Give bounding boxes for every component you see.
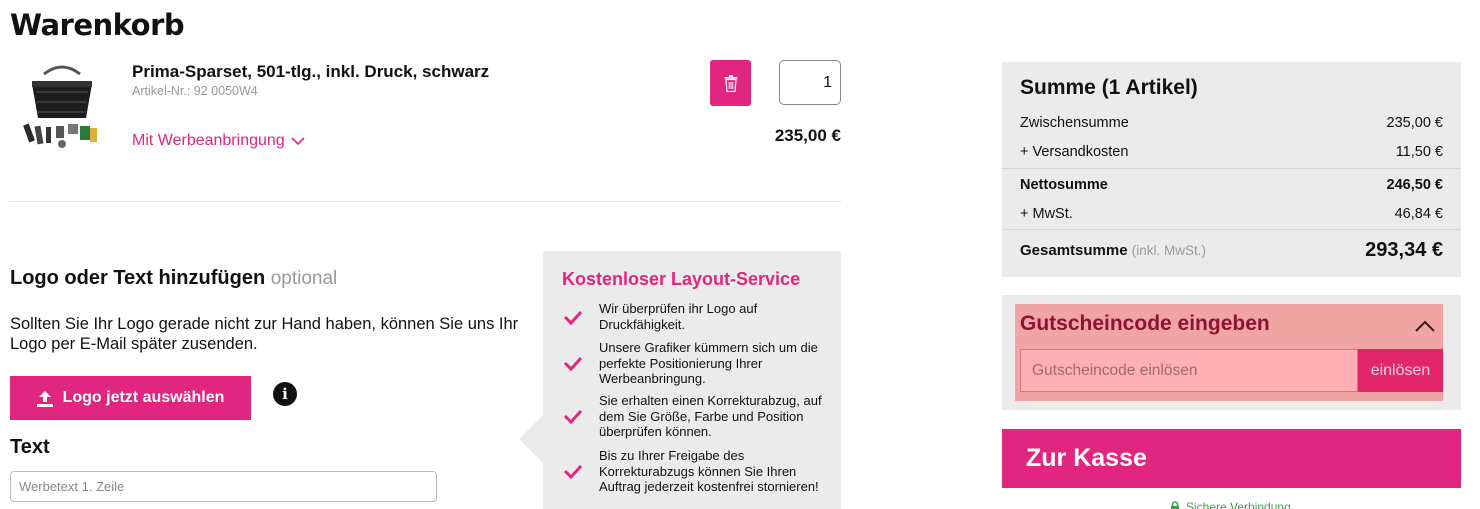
subtotal-value: 235,00 € [1386,115,1443,131]
total-label-group: Gesamtsumme (inkl. MwSt.) [1020,242,1206,259]
imprint-text-line-1-input[interactable] [10,471,437,502]
product-name[interactable]: Prima-Sparset, 501-tlg., inkl. Druck, sc… [132,62,489,82]
upload-icon [36,390,53,407]
service-item: Unsere Grafiker kümmern sich um die perf… [563,340,833,387]
trash-icon [724,74,737,92]
logo-heading-text: Logo oder Text hinzufügen [10,267,266,289]
shipping-label: + Versandkosten [1020,144,1129,160]
order-summary: Summe (1 Artikel) Zwischensumme 235,00 €… [1002,62,1461,277]
check-icon [563,310,583,325]
net-value: 246,50 € [1386,177,1443,193]
check-icon [563,465,583,480]
service-panel-pointer [519,415,543,463]
check-icon [563,410,583,425]
text-heading: Text [10,436,50,458]
voucher-code-input[interactable] [1020,349,1358,392]
service-item-text: Bis zu Ihrer Freigabe des Korrekturabzug… [599,448,819,494]
vat-value: 46,84 € [1394,206,1443,222]
service-item: Sie erhalten einen Korrekturabzug, auf d… [563,393,833,440]
total-label: Gesamtsumme [1020,242,1128,259]
subtotal-row: Zwischensumme 235,00 € [1020,115,1443,131]
vat-row: + MwSt. 46,84 € [1020,206,1443,222]
summary-title: Summe (1 Artikel) [1020,76,1198,99]
upload-logo-label: Logo jetzt auswählen [62,389,225,406]
voucher-panel: Gutscheincode eingeben einlösen [1002,295,1461,410]
secure-connection: Sichere Verbindung [1170,500,1291,509]
total-row: Gesamtsumme (inkl. MwSt.) 293,34 € [1020,239,1443,262]
service-item-text: Wir überprüfen ihr Logo auf Druckfähigke… [599,301,758,332]
check-icon [563,357,583,372]
delete-item-button[interactable] [710,60,751,106]
lock-icon [1171,501,1179,509]
service-item-text: Unsere Grafiker kümmern sich um die perf… [599,340,818,386]
upload-logo-button[interactable]: Logo jetzt auswählen [10,376,251,420]
voucher-form: Gutscheincode eingeben einlösen [1015,304,1443,401]
secure-connection-label: Sichere Verbindung [1186,500,1291,509]
service-item: Bis zu Ihrer Freigabe des Korrekturabzug… [563,448,833,495]
voucher-title[interactable]: Gutscheincode eingeben [1020,312,1270,336]
chevron-down-icon [291,137,305,146]
divider [10,201,841,202]
imprint-option-toggle[interactable]: Mit Werbeanbringung [132,132,305,150]
product-sku: Artikel-Nr.: 92 0050W4 [132,84,258,98]
logo-description: Sollten Sie Ihr Logo gerade nicht zur Ha… [10,315,519,353]
optional-label: optional [270,268,338,289]
summary-divider [1002,168,1461,169]
service-item-text: Sie erhalten einen Korrekturabzug, auf d… [599,393,822,439]
summary-divider [1002,229,1461,230]
layout-service-panel: Kostenloser Layout-Service Wir überprüfe… [543,251,841,509]
subtotal-label: Zwischensumme [1020,115,1129,131]
net-row: Nettosumme 246,50 € [1020,177,1443,193]
total-value: 293,34 € [1365,239,1443,261]
redeem-voucher-button[interactable]: einlösen [1358,349,1443,392]
shipping-value: 11,50 € [1395,144,1443,160]
checkout-button[interactable]: Zur Kasse [1002,429,1461,488]
net-label: Nettosumme [1020,177,1108,193]
product-price: 235,00 € [774,126,841,145]
product-image[interactable] [22,62,102,152]
quantity-input[interactable] [779,60,841,105]
info-icon[interactable]: i [273,382,297,406]
logo-section-heading: Logo oder Text hinzufügen optional [10,267,337,290]
layout-service-title: Kostenloser Layout-Service [562,269,801,289]
page-title: Warenkorb [10,8,185,42]
total-note: (inkl. MwSt.) [1131,243,1206,258]
shipping-row: + Versandkosten 11,50 € [1020,144,1443,160]
vat-label: + MwSt. [1020,206,1073,222]
chevron-up-icon[interactable] [1415,320,1435,332]
service-item: Wir überprüfen ihr Logo auf Druckfähigke… [563,301,833,332]
imprint-option-label: Mit Werbeanbringung [132,132,285,149]
